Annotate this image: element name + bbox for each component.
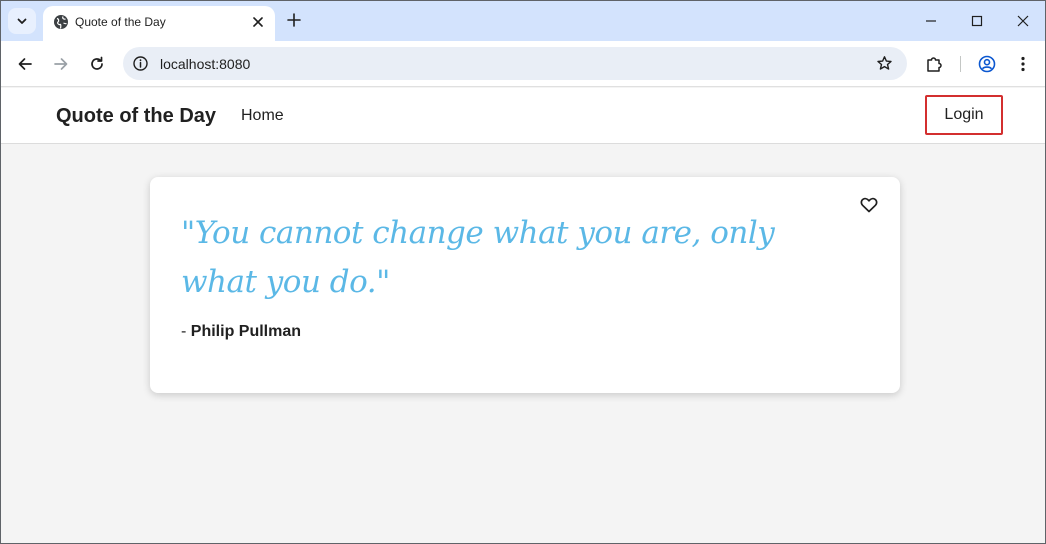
tab-strip: Quote of the Day — [1, 1, 1045, 41]
address-bar[interactable]: localhost:8080 — [123, 47, 907, 80]
puzzle-icon[interactable] — [925, 55, 943, 73]
tab-title: Quote of the Day — [75, 15, 166, 29]
quote-card: "You cannot change what you are, only wh… — [150, 177, 900, 393]
browser-tab[interactable]: Quote of the Day — [43, 6, 275, 41]
url-text: localhost:8080 — [160, 56, 251, 72]
more-vert-icon[interactable] — [1014, 55, 1032, 73]
plus-icon[interactable] — [286, 12, 302, 28]
arrow-left-icon[interactable] — [16, 55, 34, 73]
quote-author: - Philip Pullman — [181, 323, 301, 341]
info-icon[interactable] — [132, 55, 149, 72]
chevron-down-icon — [17, 18, 27, 24]
login-button[interactable]: Login — [925, 95, 1003, 135]
author-name: Philip Pullman — [190, 323, 302, 340]
page-content: Quote of the Day Home Login "You cannot … — [1, 88, 1045, 543]
profile-icon[interactable] — [978, 55, 996, 73]
star-icon[interactable] — [876, 55, 893, 72]
reload-icon[interactable] — [88, 55, 106, 73]
nav-home-link[interactable]: Home — [241, 107, 284, 125]
minimize-icon[interactable] — [923, 13, 939, 29]
maximize-icon[interactable] — [969, 13, 985, 29]
site-brand[interactable]: Quote of the Day — [56, 105, 216, 128]
globe-icon — [54, 15, 68, 29]
browser-window: Quote of the Day localhost:8080 Quote of… — [0, 0, 1046, 544]
author-prefix: - — [181, 323, 191, 340]
heart-icon[interactable] — [859, 195, 879, 215]
close-icon[interactable] — [251, 15, 265, 29]
tab-search-button[interactable] — [8, 8, 36, 34]
quote-text: "You cannot change what you are, only wh… — [181, 215, 775, 300]
toolbar-separator — [960, 56, 961, 72]
arrow-right-icon[interactable] — [52, 55, 70, 73]
window-close-icon[interactable] — [1015, 13, 1031, 29]
site-navbar: Quote of the Day Home Login — [1, 88, 1045, 144]
browser-toolbar: localhost:8080 — [1, 41, 1045, 87]
